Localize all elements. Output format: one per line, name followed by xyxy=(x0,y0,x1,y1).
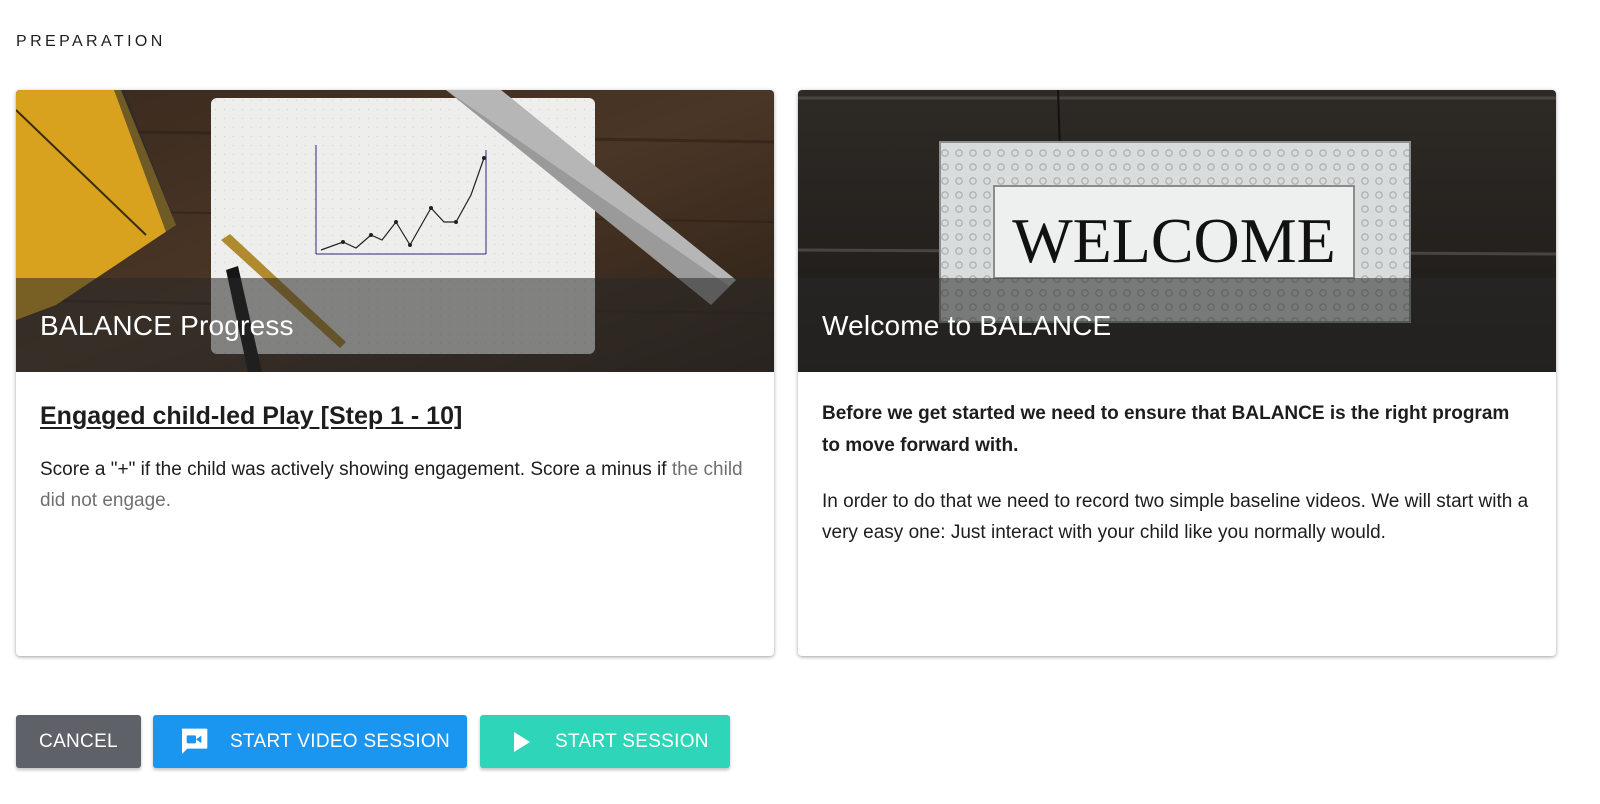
start-video-session-label: START VIDEO SESSION xyxy=(230,730,451,752)
sign-text: WELCOME xyxy=(1012,205,1336,276)
video-chat-icon xyxy=(178,726,210,758)
welcome-card-image: WELCOME Welcome to BALANCE xyxy=(798,90,1556,372)
step-description-main: Score a "+" if the child was actively sh… xyxy=(40,459,667,480)
step-description: Score a "+" if the child was actively sh… xyxy=(40,454,750,516)
welcome-paragraph: In order to do that we need to record tw… xyxy=(822,491,1529,543)
play-icon xyxy=(511,730,531,754)
progress-card: BALANCE Progress Engaged child-led Play … xyxy=(16,90,774,656)
welcome-card: WELCOME Welcome to BALANCE Before we get… xyxy=(798,90,1556,656)
progress-card-image: BALANCE Progress xyxy=(16,90,774,372)
start-video-session-button[interactable]: START VIDEO SESSION xyxy=(153,715,467,768)
welcome-card-title: Welcome to BALANCE xyxy=(822,310,1112,341)
start-session-button[interactable]: START SESSION xyxy=(480,715,730,768)
step-heading-link[interactable]: Engaged child-led Play [Step 1 - 10] xyxy=(40,400,750,432)
progress-card-title: BALANCE Progress xyxy=(40,310,294,341)
start-session-label: START SESSION xyxy=(555,730,709,752)
cancel-button-label: CANCEL xyxy=(39,730,118,752)
section-label: PREPARATION xyxy=(16,33,166,50)
cancel-button[interactable]: CANCEL xyxy=(16,715,141,768)
welcome-intro: Before we get started we need to ensure … xyxy=(822,403,1510,456)
